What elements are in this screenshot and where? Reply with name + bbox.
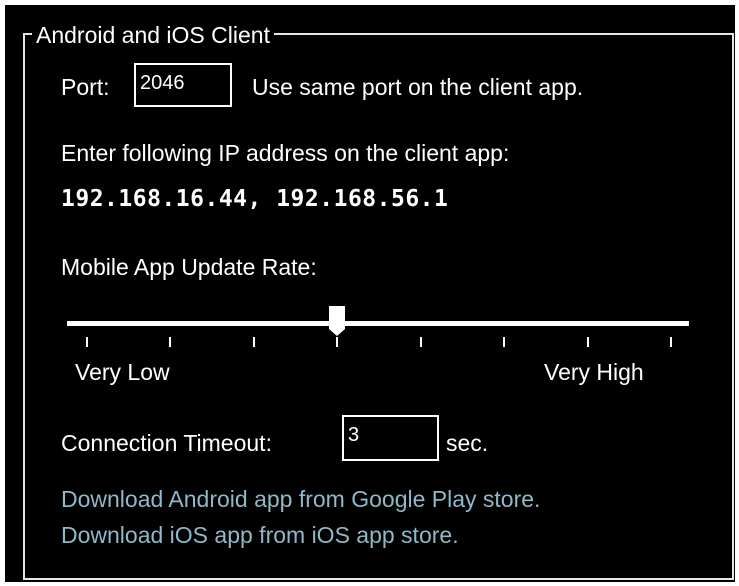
ip-instruction: Enter following IP address on the client… <box>61 140 510 166</box>
android-download-link[interactable]: Download Android app from Google Play st… <box>61 485 540 513</box>
ios-download-link[interactable]: Download iOS app from iOS app store. <box>61 521 459 549</box>
timeout-unit: sec. <box>446 430 489 456</box>
slider-tick <box>252 337 255 347</box>
slider-max-label: Very High <box>544 359 644 385</box>
settings-panel: Android and iOS Client Port: 2046 Use sa… <box>5 5 735 582</box>
slider-tick <box>670 337 672 347</box>
port-hint: Use same port on the client app. <box>252 74 584 100</box>
group-title: Android and iOS Client <box>32 22 274 48</box>
slider-tick <box>419 337 422 347</box>
slider-tick <box>86 337 88 347</box>
slider-tick <box>169 337 172 347</box>
timeout-label: Connection Timeout: <box>61 430 272 456</box>
port-input[interactable]: 2046 <box>134 63 232 107</box>
ip-addresses: 192.168.16.44, 192.168.56.1 <box>61 186 449 212</box>
port-label: Port: <box>61 74 110 100</box>
timeout-input[interactable]: 3 <box>342 415 439 461</box>
slider-tick <box>503 337 506 347</box>
slider-min-label: Very Low <box>75 359 170 385</box>
slider-track[interactable] <box>67 321 689 326</box>
slider-tick <box>586 337 589 347</box>
slider-thumb[interactable] <box>328 305 346 337</box>
slider-tick <box>336 337 339 347</box>
update-rate-slider[interactable] <box>67 303 689 353</box>
update-rate-label: Mobile App Update Rate: <box>61 254 317 280</box>
